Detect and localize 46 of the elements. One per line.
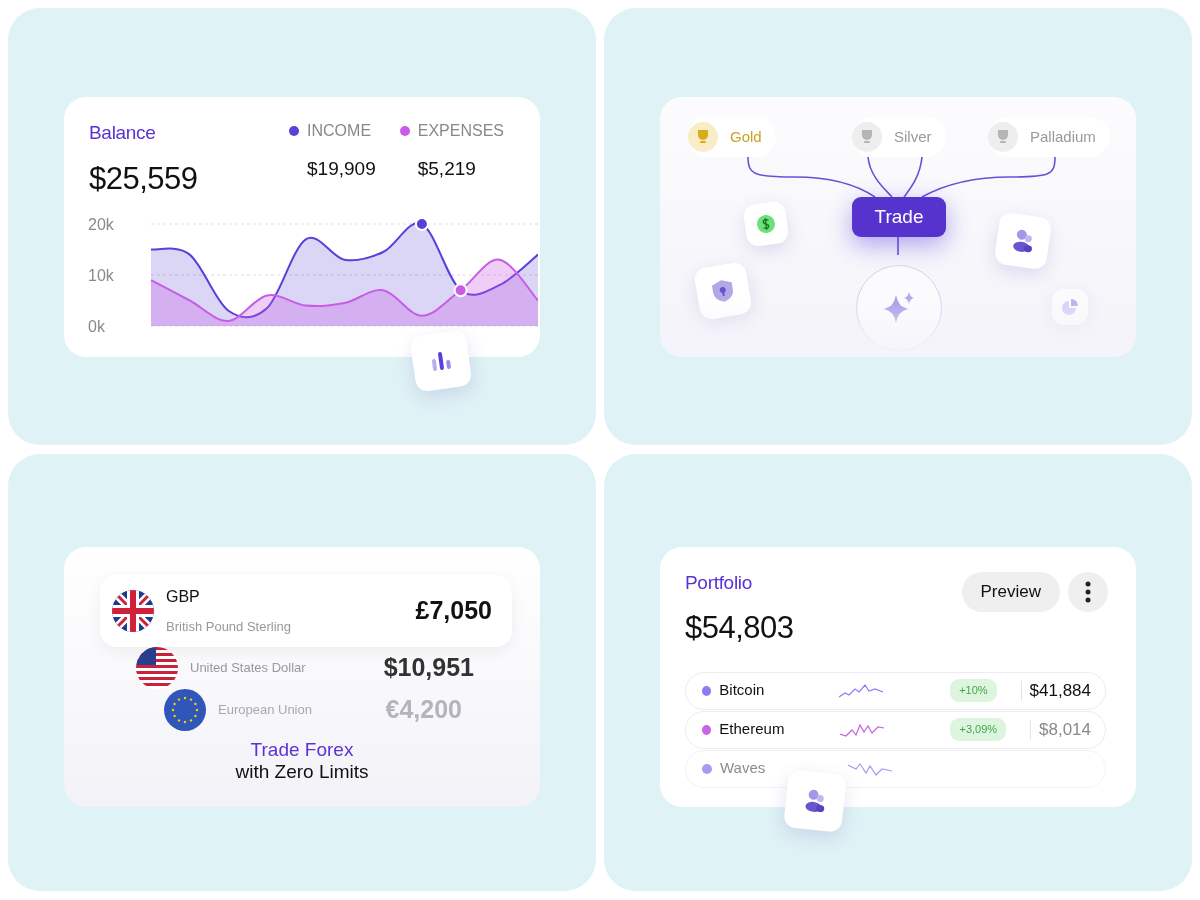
asset-name: Waves: [720, 758, 767, 779]
legend-label: INCOME: [307, 121, 372, 141]
more-icon: [1085, 580, 1091, 603]
card-title: Balance: [89, 121, 157, 145]
card-title: Portfolio: [685, 570, 753, 595]
trophy-icon: [995, 129, 1011, 145]
asset-name: Ethereum: [719, 719, 786, 740]
shield-icon: [710, 277, 736, 305]
currency-code: GBP: [166, 586, 201, 607]
dollar-icon: [755, 213, 777, 235]
legend-amount: $19,909: [306, 157, 376, 181]
highlight-dot: [453, 283, 468, 298]
sparkline-drawing: [839, 682, 886, 699]
currency-name: European Union: [218, 700, 312, 719]
portfolio-amount: $54,803: [685, 609, 794, 647]
balance-amount: $25,559: [89, 159, 198, 198]
legend-label: EXPENSES: [417, 121, 504, 141]
change-badge: +3,09%: [950, 718, 1007, 741]
asset-value: $41,884: [1029, 679, 1091, 702]
us-flag-icon: [136, 646, 178, 689]
currency-name: United States Dollar: [190, 658, 306, 677]
eu-flag-icon: [164, 688, 206, 731]
legend-amount: $5,219: [416, 157, 477, 181]
more-button[interactable]: [1068, 571, 1108, 612]
currency-amount: £7,050: [415, 594, 492, 626]
axis-tick-label: 10k: [88, 267, 114, 284]
preview-button[interactable]: Preview: [961, 571, 1060, 612]
trade-button[interactable]: Trade: [852, 197, 946, 237]
trophy-icon: [695, 129, 711, 145]
asset-value: $8,014: [1039, 718, 1091, 741]
uk-flag-icon: [112, 589, 154, 632]
currency-amount: $10,951: [383, 651, 474, 683]
axis-tick-label: 0k: [88, 318, 105, 335]
legend-dot: [289, 126, 300, 136]
trophy-icon: [859, 129, 875, 145]
asset-name: Bitcoin: [719, 680, 766, 701]
headline: Trade Forex: [250, 738, 354, 762]
axis-tick-label: 20k: [88, 216, 114, 233]
sparkline-drawing: [839, 721, 886, 738]
legend-dot: [399, 126, 410, 136]
currency-amount: €4,200: [385, 693, 462, 725]
highlight-dot: [414, 217, 429, 231]
currency-name: British Pound Sterling: [166, 617, 291, 636]
change-badge: +10%: [950, 679, 997, 702]
subheadline: with Zero Limits: [235, 761, 369, 785]
currency-row[interactable]: United States Dollar $10,951: [124, 646, 494, 689]
